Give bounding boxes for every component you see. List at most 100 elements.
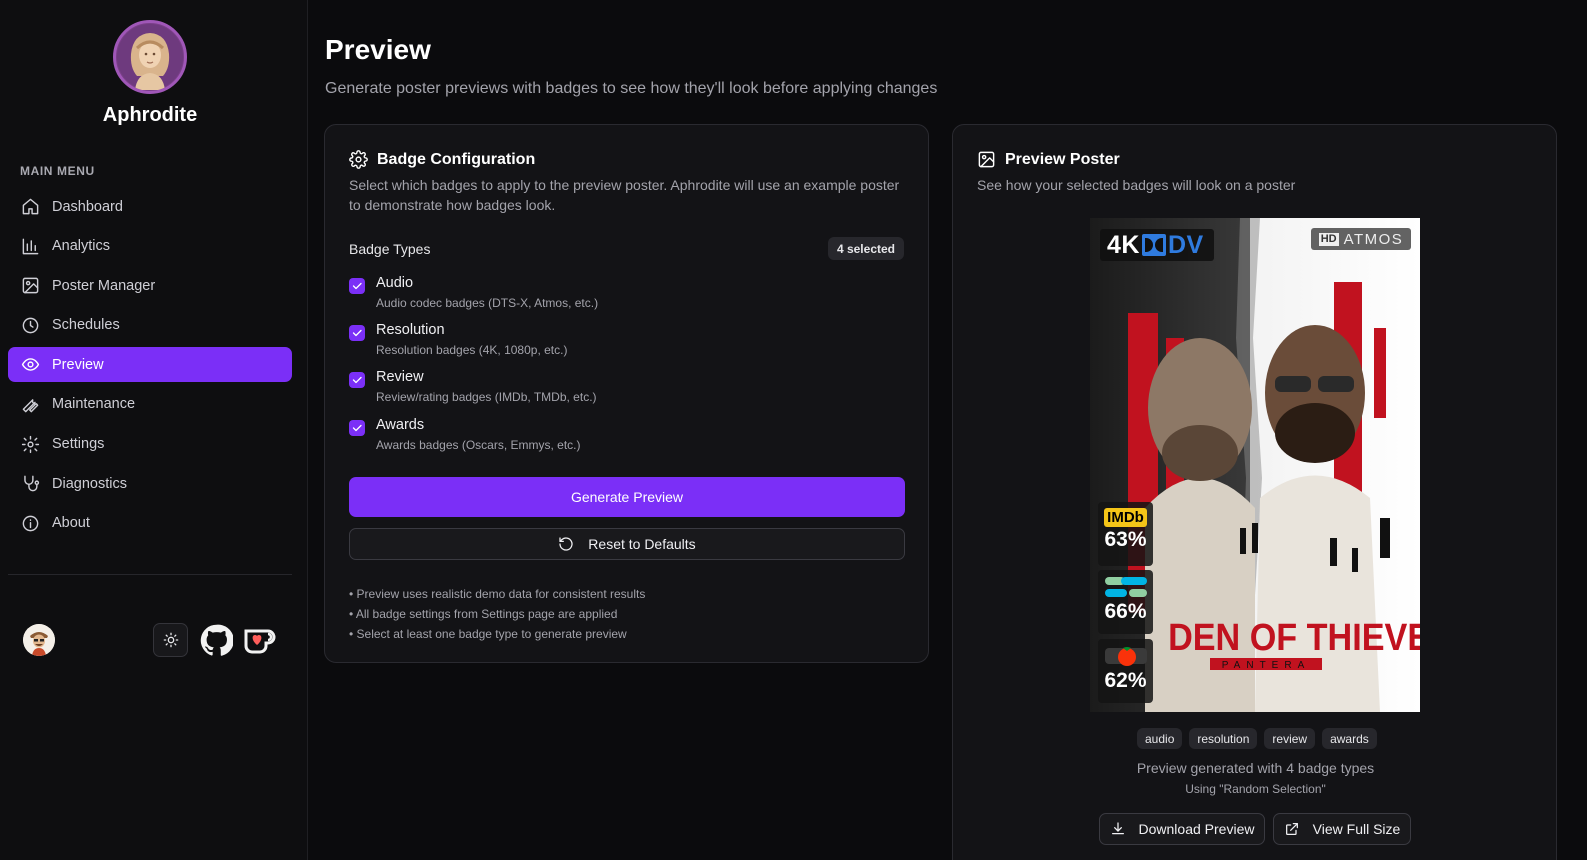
sidebar-item-poster-manager[interactable]: Poster Manager xyxy=(8,268,292,303)
page-title: Preview xyxy=(325,34,431,65)
sidebar-item-schedules[interactable]: Schedules xyxy=(8,308,292,343)
badge-type-tags: audio resolution review awards xyxy=(1137,728,1377,749)
sidebar-divider xyxy=(8,574,292,575)
brand-name: Aphrodite xyxy=(102,104,198,126)
tag-resolution: resolution xyxy=(1189,728,1258,749)
resolution-checkbox[interactable] xyxy=(349,325,365,341)
awards-checkbox[interactable] xyxy=(349,420,365,436)
selected-count-badge: 4 selected xyxy=(827,237,904,260)
sidebar-item-label: Schedules xyxy=(52,317,120,334)
badge-types-label: Badge Types xyxy=(349,241,431,257)
preview-poster-header: Preview Poster xyxy=(977,150,1120,169)
hd-label: HD xyxy=(1318,232,1339,246)
reset-to-defaults-button[interactable]: Reset to Defaults xyxy=(349,528,905,560)
poster-artwork: DEN OF THIEVES PANTERA xyxy=(1090,218,1420,712)
tmdb-logo-icon xyxy=(1104,577,1147,597)
tag-audio: audio xyxy=(1137,728,1183,749)
sidebar-item-label: Diagnostics xyxy=(52,475,127,492)
stethoscope-icon xyxy=(20,474,40,494)
brand: Aphrodite xyxy=(0,20,300,127)
aphrodite-logo-icon xyxy=(113,20,187,94)
note-item: • All badge settings from Settings page … xyxy=(349,607,618,621)
tmdb-review-badge: 66% xyxy=(1098,570,1153,634)
preview-poster-description: See how your selected badges will look o… xyxy=(977,177,1296,193)
option-title: Review xyxy=(376,369,424,385)
sidebar-item-settings[interactable]: Settings xyxy=(8,427,292,462)
image-icon xyxy=(20,276,40,296)
audio-checkbox[interactable] xyxy=(349,278,365,294)
badge-configuration-card: Badge Configuration Select which badges … xyxy=(324,124,929,663)
badge-configuration-description: Select which badges to apply to the prev… xyxy=(349,177,900,213)
sidebar-item-label: Poster Manager xyxy=(52,277,156,294)
theme-toggle-button[interactable] xyxy=(153,623,188,657)
view-full-size-button[interactable]: View Full Size xyxy=(1273,813,1411,845)
download-icon xyxy=(1111,822,1124,835)
github-icon[interactable] xyxy=(200,624,233,657)
check-icon xyxy=(352,329,362,337)
gear-icon xyxy=(20,434,40,454)
preview-poster-title: Preview Poster xyxy=(1005,150,1120,168)
selection-mode-text: Using "Random Selection" xyxy=(1185,782,1326,796)
option-description: Resolution badges (4K, 1080p, etc.) xyxy=(376,343,568,357)
dolby-icon xyxy=(1141,234,1166,256)
option-title: Audio xyxy=(376,275,414,291)
option-title: Awards xyxy=(376,417,425,433)
ko-fi-icon[interactable] xyxy=(243,625,277,655)
eye-icon xyxy=(20,355,40,375)
dolby-vision-text: DV xyxy=(1167,230,1204,259)
badge-configuration-header: Badge Configuration xyxy=(349,150,535,169)
sidebar-item-label: Analytics xyxy=(52,238,111,255)
user-avatar[interactable] xyxy=(23,624,55,656)
tmdb-score: 66% xyxy=(1104,600,1147,623)
sidebar-item-about[interactable]: About xyxy=(8,506,292,541)
wrench-icon xyxy=(20,394,40,414)
preview-poster-card: Preview Poster See how your selected bad… xyxy=(952,124,1557,860)
page-subtitle: Generate poster previews with badges to … xyxy=(325,80,938,97)
download-label: Download Preview xyxy=(1138,821,1255,837)
sidebar-item-diagnostics[interactable]: Diagnostics xyxy=(8,466,292,501)
sidebar-item-dashboard[interactable]: Dashboard xyxy=(8,189,292,224)
download-preview-button[interactable]: Download Preview xyxy=(1099,813,1265,845)
note-item: • Preview uses realistic demo data for c… xyxy=(349,587,646,601)
rotate-ccw-icon xyxy=(559,537,573,551)
sidebar: Aphrodite MAIN MENU Dashboard Analytics … xyxy=(0,0,308,860)
fullsize-label: View Full Size xyxy=(1312,821,1401,837)
info-icon xyxy=(20,513,40,533)
generate-preview-button[interactable]: Generate Preview xyxy=(349,477,905,517)
tag-awards: awards xyxy=(1322,728,1377,749)
sidebar-item-analytics[interactable]: Analytics xyxy=(8,229,292,264)
tag-review: review xyxy=(1264,728,1316,749)
external-link-icon xyxy=(1285,823,1298,835)
option-description: Review/rating badges (IMDb, TMDb, etc.) xyxy=(376,390,597,404)
preview-notes: • Preview uses realistic demo data for c… xyxy=(349,584,645,644)
home-icon xyxy=(20,197,40,217)
badge-configuration-title: Badge Configuration xyxy=(377,150,536,168)
imdb-logo: IMDb xyxy=(1104,508,1147,527)
resolution-badge: 4K DV xyxy=(1100,229,1214,261)
sidebar-item-label: Preview xyxy=(52,356,104,373)
resolution-badge-text: 4K xyxy=(1107,230,1140,259)
bar-chart-icon xyxy=(20,236,40,256)
check-icon xyxy=(352,424,362,432)
gear-icon xyxy=(349,150,368,169)
rotten-tomatoes-review-badge: 62% xyxy=(1098,639,1153,703)
preview-generated-text: Preview generated with 4 badge types xyxy=(1136,760,1375,776)
sidebar-item-preview[interactable]: Preview xyxy=(8,347,292,383)
review-checkbox[interactable] xyxy=(349,372,365,388)
main-nav: Dashboard Analytics Poster Manager Sched… xyxy=(8,189,292,545)
audio-badge-text: ATMOS xyxy=(1343,230,1404,248)
poster-image[interactable]: DEN OF THIEVES PANTERA 4K DV HD ATMOS IM… xyxy=(1090,218,1420,712)
option-description: Audio codec badges (DTS-X, Atmos, etc.) xyxy=(376,296,599,310)
audio-badge: HD ATMOS xyxy=(1311,228,1411,250)
check-icon xyxy=(352,282,362,290)
imdb-score: 63% xyxy=(1104,528,1147,551)
tomato-icon xyxy=(1104,647,1147,666)
check-icon xyxy=(352,376,362,384)
sun-icon xyxy=(163,632,178,648)
imdb-review-badge: IMDb 63% xyxy=(1098,502,1153,566)
sidebar-footer xyxy=(20,620,280,660)
sidebar-item-maintenance[interactable]: Maintenance xyxy=(8,387,292,422)
sidebar-item-label: Settings xyxy=(52,436,105,453)
sidebar-item-label: Dashboard xyxy=(52,198,123,215)
movie-subtitle-text: PANTERA xyxy=(1222,660,1311,671)
